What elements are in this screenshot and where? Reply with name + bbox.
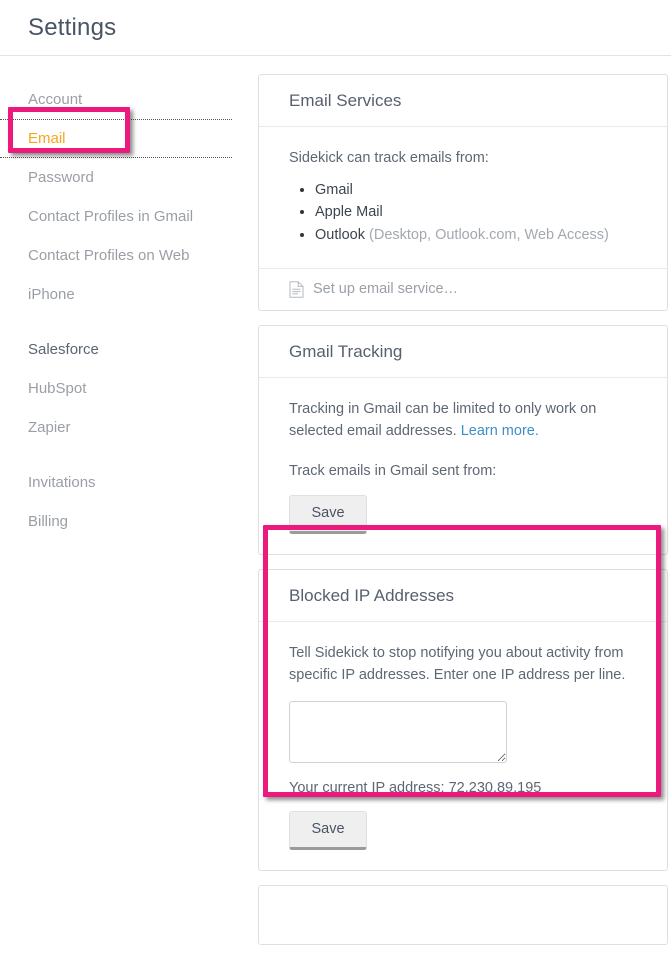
sidebar-item-label: Email: [28, 130, 66, 147]
sidebar-item-label: Zapier: [28, 419, 71, 436]
sidebar-group-divider: [0, 314, 258, 330]
sidebar-item-salesforce[interactable]: Salesforce: [0, 330, 258, 369]
sidebar-item-label: Password: [28, 169, 94, 186]
list-item: Apple Mail: [315, 202, 637, 223]
save-button[interactable]: Save: [289, 811, 367, 851]
gmail-tracking-description: Tracking in Gmail can be limited to only…: [289, 398, 637, 443]
set-up-email-service-label: Set up email service…: [313, 281, 459, 298]
card-gmail-tracking: Gmail Tracking Tracking in Gmail can be …: [258, 324, 668, 555]
service-name: Gmail: [315, 182, 353, 199]
blocked-ip-textarea[interactable]: [289, 700, 507, 763]
sidebar-item-label: Invitations: [28, 474, 96, 491]
track-emails-label: Track emails in Gmail sent from:: [289, 463, 497, 480]
card-title: Gmail Tracking: [259, 326, 667, 378]
current-ip-address-label: Your current IP address: 72.230.89.195: [289, 779, 542, 796]
card-title: Blocked IP Addresses: [259, 570, 667, 622]
sidebar-item-zapier[interactable]: Zapier: [0, 408, 258, 447]
email-services-list: Gmail Apple Mail Outlook (Desktop, Outlo…: [289, 180, 637, 245]
card-body: Tell Sidekick to stop notifying you abou…: [259, 622, 667, 870]
page-layout: Account Email Password Contact Profiles …: [0, 56, 671, 959]
learn-more-link[interactable]: Learn more.: [461, 423, 539, 439]
card-title: Email Services: [259, 75, 667, 127]
sidebar-group-divider: [0, 447, 258, 463]
sidebar-item-iphone[interactable]: iPhone: [0, 275, 258, 314]
sidebar-item-invitations[interactable]: Invitations: [0, 463, 258, 502]
sidebar-item-password[interactable]: Password: [0, 158, 258, 197]
blocked-ip-description: Tell Sidekick to stop notifying you abou…: [289, 644, 626, 684]
sidebar-item-label: Account: [28, 91, 83, 108]
sidebar-item-label: Salesforce: [28, 341, 99, 358]
card-blocked-ip-addresses: Blocked IP Addresses Tell Sidekick to st…: [258, 568, 668, 872]
sidebar-item-label: Billing: [28, 513, 69, 530]
email-services-intro: Sidekick can track emails from:: [289, 150, 489, 166]
sidebar-item-label: iPhone: [28, 286, 75, 303]
save-button[interactable]: Save: [289, 494, 367, 534]
page-title: Settings: [28, 13, 117, 41]
service-note: (Desktop, Outlook.com, Web Access): [364, 226, 609, 243]
settings-main-content: Email Services Sidekick can track emails…: [258, 56, 671, 959]
sidebar-item-label: HubSpot: [28, 380, 87, 397]
service-name: Apple Mail: [315, 204, 383, 221]
card-next-partial: [258, 885, 668, 946]
sidebar-item-account[interactable]: Account: [0, 80, 258, 119]
service-name: Outlook: [315, 226, 365, 243]
sidebar-item-contact-profiles-on-web[interactable]: Contact Profiles on Web: [0, 236, 258, 275]
list-item: Outlook (Desktop, Outlook.com, Web Acces…: [315, 225, 637, 246]
sidebar-item-email[interactable]: Email: [0, 119, 232, 158]
list-item: Gmail: [315, 180, 637, 201]
document-icon: [289, 280, 304, 298]
app-header: Settings: [0, 0, 671, 56]
sidebar-item-hubspot[interactable]: HubSpot: [0, 369, 258, 408]
settings-sidebar: Account Email Password Contact Profiles …: [0, 56, 258, 541]
sidebar-item-label: Contact Profiles on Web: [28, 247, 190, 264]
card-body: Tracking in Gmail can be limited to only…: [259, 378, 667, 554]
gmail-tracking-description-text: Tracking in Gmail can be limited to only…: [289, 400, 597, 439]
card-body: Sidekick can track emails from: Gmail Ap…: [259, 127, 667, 268]
sidebar-item-billing[interactable]: Billing: [0, 502, 258, 541]
card-email-services: Email Services Sidekick can track emails…: [258, 74, 668, 311]
set-up-email-service-link[interactable]: Set up email service…: [259, 267, 667, 310]
sidebar-item-label: Contact Profiles in Gmail: [28, 208, 194, 225]
sidebar-item-contact-profiles-in-gmail[interactable]: Contact Profiles in Gmail: [0, 197, 258, 236]
